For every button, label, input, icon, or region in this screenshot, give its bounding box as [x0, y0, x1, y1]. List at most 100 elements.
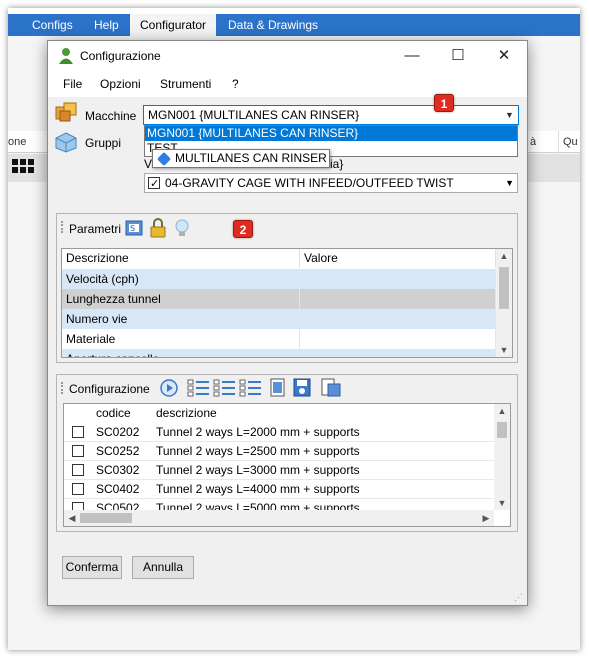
- column-header-valore[interactable]: Valore: [300, 249, 496, 268]
- tab-configurator[interactable]: Configurator: [130, 14, 216, 36]
- resize-grip-icon[interactable]: ⋰: [514, 592, 524, 602]
- cell-descrizione: Tunnel 2 ways L=4000 mm + supports: [156, 482, 360, 496]
- boxes-icon: [54, 101, 78, 123]
- close-button[interactable]: ✕: [482, 41, 526, 71]
- table-row[interactable]: SC0202 Tunnel 2 ways L=2000 mm + support…: [64, 423, 496, 442]
- scroll-down-icon[interactable]: ▼: [496, 345, 512, 355]
- cube-icon: [54, 131, 78, 153]
- cell-descrizione: Tunnel 2 ways L=3000 mm + supports: [156, 463, 360, 477]
- menu-strumenti[interactable]: Strumenti: [160, 77, 211, 91]
- tab-help[interactable]: Help: [84, 14, 129, 36]
- cell-descrizione: Numero vie: [62, 309, 300, 329]
- macchine-combo[interactable]: MGN001 {MULTILANES CAN RINSER} ▼: [143, 105, 519, 125]
- dialog-menubar: File Opzioni Strumenti ?: [48, 71, 527, 97]
- column-header-codice[interactable]: codice: [92, 404, 152, 423]
- bg-column-header: Qu: [558, 131, 580, 153]
- table-row[interactable]: Velocità (cph): [62, 269, 496, 289]
- cell-codice: SC0202: [96, 425, 140, 439]
- checklist-icon[interactable]: [187, 379, 211, 397]
- tooltip-text: MULTILANES CAN RINSER: [175, 151, 327, 165]
- row-checkbox[interactable]: [72, 464, 84, 476]
- table-row[interactable]: Lunghezza tunnel: [62, 289, 496, 309]
- confirm-button[interactable]: Conferma: [62, 556, 122, 579]
- tag-icon: [156, 151, 172, 167]
- tab-data-drawings[interactable]: Data & Drawings: [218, 14, 328, 36]
- scroll-up-icon[interactable]: ▲: [494, 406, 510, 416]
- gruppi-hidden-prefix: V: [144, 157, 153, 171]
- toolbar-grip[interactable]: [61, 382, 63, 394]
- tooltip: MULTILANES CAN RINSER: [152, 149, 330, 168]
- cell-descrizione: Tunnel 2 ways L=2000 mm + supports: [156, 425, 360, 439]
- column-header-check: [64, 404, 92, 423]
- bulb-icon[interactable]: [173, 218, 191, 236]
- cell-codice: SC0402: [96, 482, 140, 496]
- bg-column-header: à: [528, 131, 558, 153]
- chevron-down-icon[interactable]: ▼: [505, 174, 514, 192]
- scroll-left-icon[interactable]: ◀: [64, 513, 80, 524]
- cell-valore[interactable]: [300, 269, 496, 289]
- table-row[interactable]: Materiale: [62, 329, 496, 349]
- menu-opzioni[interactable]: Opzioni: [100, 77, 141, 91]
- chevron-down-icon[interactable]: ▼: [501, 106, 518, 124]
- title-bar: Configurazione — ☐ ✕: [48, 41, 527, 71]
- cell-valore[interactable]: [300, 329, 496, 349]
- toolbar-grip[interactable]: [61, 221, 63, 233]
- dropdown-option[interactable]: MGN001 {MULTILANES CAN RINSER}: [145, 126, 517, 141]
- tab-configs[interactable]: Configs: [22, 14, 83, 36]
- gear-table-icon[interactable]: S: [125, 219, 143, 237]
- scrollbar-thumb[interactable]: [499, 267, 509, 309]
- save-icon[interactable]: [293, 378, 311, 397]
- column-header-descrizione[interactable]: Descrizione: [62, 249, 300, 268]
- row-checkbox[interactable]: [72, 426, 84, 438]
- parametri-grid: Descrizione Valore Velocità (cph) Lunghe…: [61, 248, 513, 358]
- configurazione-title: Configurazione: [69, 382, 150, 396]
- table-row[interactable]: Apertura cancello: [62, 349, 496, 357]
- vertical-scrollbar[interactable]: ▲ ▼: [496, 249, 512, 357]
- document-icon[interactable]: [269, 378, 287, 397]
- column-header-descrizione[interactable]: descrizione: [152, 404, 494, 423]
- cell-descrizione: Lunghezza tunnel: [62, 289, 300, 309]
- table-row[interactable]: SC0302 Tunnel 2 ways L=3000 mm + support…: [64, 461, 496, 480]
- cell-valore[interactable]: [300, 309, 496, 329]
- minimize-button[interactable]: —: [390, 41, 434, 71]
- configurazione-grid: codice descrizione SC0202 Tunnel 2 ways …: [63, 403, 511, 527]
- checklist-icon[interactable]: [213, 379, 237, 397]
- bg-column-header: one: [8, 131, 48, 153]
- lock-icon[interactable]: [149, 218, 167, 238]
- gruppi-checked-item: 04-GRAVITY CAGE WITH INFEED/OUTFEED TWIS…: [165, 176, 454, 190]
- table-row[interactable]: Numero vie: [62, 309, 496, 329]
- cell-codice: SC0302: [96, 463, 140, 477]
- scrollbar-thumb[interactable]: [80, 513, 132, 523]
- gruppi-checklist[interactable]: 04-GRAVITY CAGE WITH INFEED/OUTFEED TWIS…: [144, 173, 518, 193]
- play-icon[interactable]: [159, 378, 178, 397]
- gruppi-checkbox[interactable]: [148, 175, 160, 193]
- cell-valore[interactable]: [300, 289, 496, 309]
- cancel-button[interactable]: Annulla: [132, 556, 194, 579]
- scroll-down-icon[interactable]: ▼: [494, 498, 510, 508]
- scroll-right-icon[interactable]: ▶: [478, 513, 494, 524]
- cell-descrizione: Tunnel 2 ways L=2500 mm + supports: [156, 444, 360, 458]
- cell-descrizione: Velocità (cph): [62, 269, 300, 289]
- scrollbar-thumb[interactable]: [497, 422, 507, 438]
- cell-descrizione: Apertura cancello: [62, 349, 300, 357]
- row-checkbox[interactable]: [72, 483, 84, 495]
- table-row[interactable]: SC0402 Tunnel 2 ways L=4000 mm + support…: [64, 480, 496, 499]
- horizontal-scrollbar[interactable]: ◀ ▶: [64, 510, 494, 526]
- cell-codice: SC0252: [96, 444, 140, 458]
- scroll-up-icon[interactable]: ▲: [496, 251, 512, 261]
- menu-help[interactable]: ?: [232, 77, 239, 91]
- badge-1: 1: [434, 94, 454, 112]
- export-icon[interactable]: [321, 378, 341, 397]
- parametri-title: Parametri: [69, 222, 122, 236]
- badge-2: 2: [233, 220, 253, 238]
- table-row[interactable]: SC0252 Tunnel 2 ways L=2500 mm + support…: [64, 442, 496, 461]
- grid-icon: [12, 159, 36, 175]
- parametri-panel: Parametri S 2 Descrizione Valore Velocit…: [56, 213, 518, 363]
- gruppi-label: Gruppi: [85, 136, 122, 150]
- vertical-scrollbar[interactable]: ▲ ▼: [494, 404, 510, 510]
- maximize-button[interactable]: ☐: [436, 41, 480, 71]
- row-checkbox[interactable]: [72, 445, 84, 457]
- menu-file[interactable]: File: [63, 77, 82, 91]
- checklist-icon[interactable]: [239, 379, 263, 397]
- cell-valore[interactable]: [300, 349, 496, 357]
